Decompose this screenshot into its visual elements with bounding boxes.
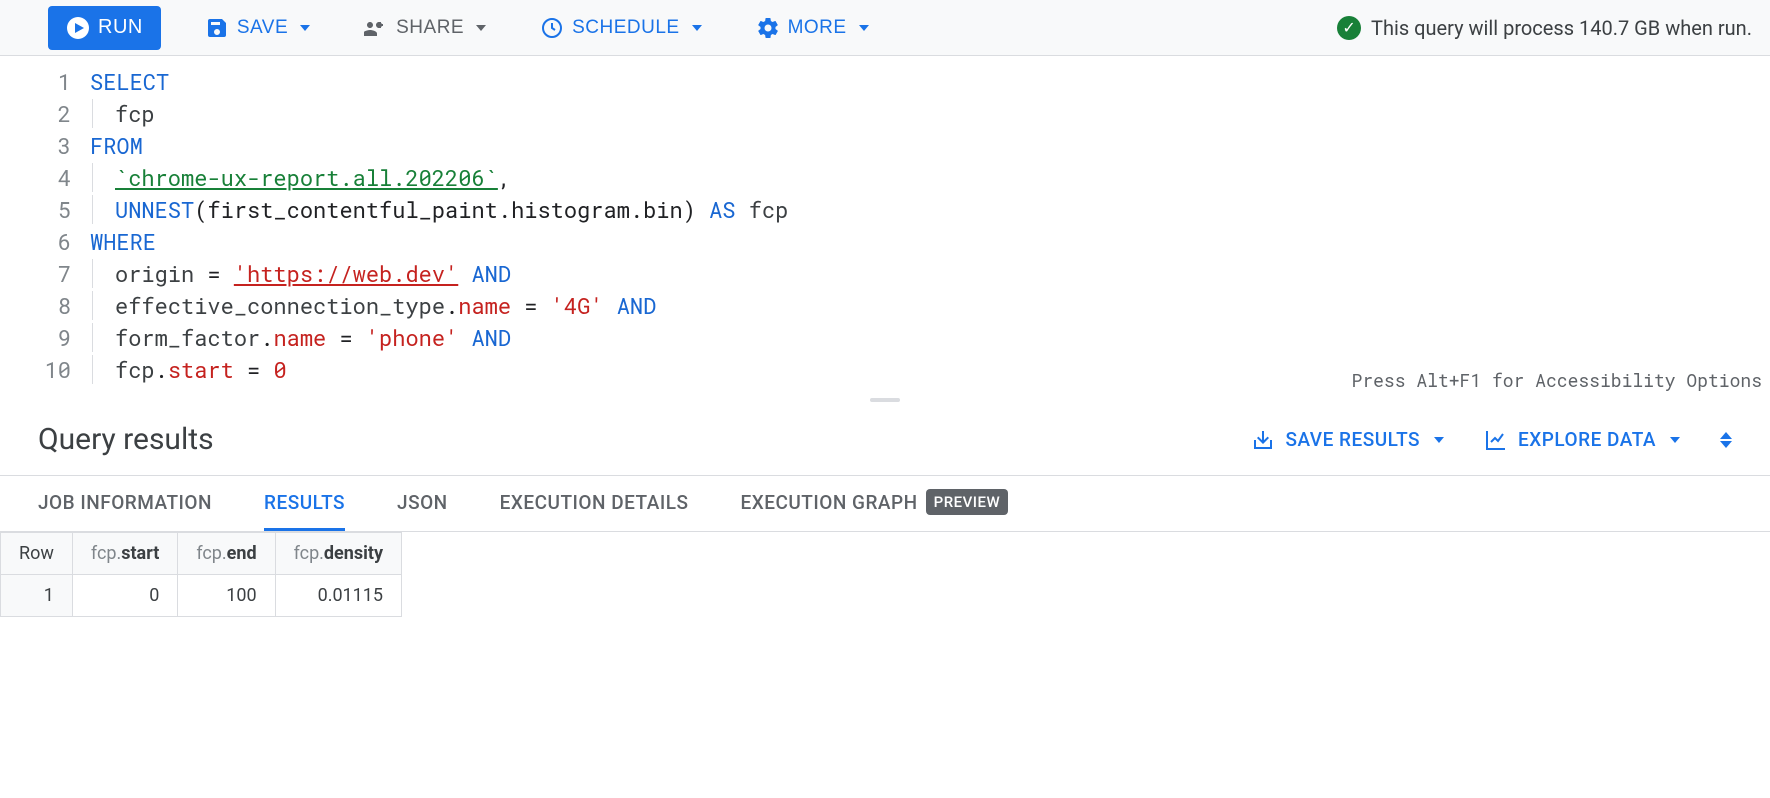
tab-execution-details[interactable]: EXECUTION DETAILS — [500, 476, 689, 531]
schedule-label: SCHEDULE — [572, 17, 679, 39]
share-label: SHARE — [396, 17, 464, 39]
col-fcp-density: fcp.density — [275, 533, 401, 575]
col-row: Row — [1, 533, 73, 575]
accessibility-hint: Press Alt+F1 for Accessibility Options — [1352, 364, 1762, 396]
table-header-row: Row fcp.start fcp.end fcp.density — [1, 533, 402, 575]
results-header: Query results SAVE RESULTS EXPLORE DATA — [0, 404, 1770, 476]
more-label: MORE — [788, 17, 847, 39]
play-icon — [66, 16, 90, 40]
query-status: ✓ This query will process 140.7 GB when … — [1337, 16, 1760, 40]
caret-down-icon — [300, 25, 310, 31]
explore-data-label: EXPLORE DATA — [1518, 428, 1656, 451]
save-results-label: SAVE RESULTS — [1285, 428, 1420, 451]
preview-badge: PREVIEW — [926, 489, 1009, 515]
cell-fcp-end: 100 — [178, 575, 275, 617]
line-gutter: 12345 678910 — [0, 56, 90, 396]
code-area[interactable]: SELECT fcp FROM `chrome-ux-report.all.20… — [90, 56, 1770, 396]
explore-data-button[interactable]: EXPLORE DATA — [1484, 428, 1680, 452]
tab-results[interactable]: RESULTS — [264, 476, 345, 531]
share-icon — [364, 16, 388, 40]
status-text: This query will process 140.7 GB when ru… — [1371, 16, 1752, 40]
expand-collapse-button[interactable] — [1720, 432, 1732, 448]
tab-json[interactable]: JSON — [397, 476, 448, 531]
caret-down-icon — [476, 25, 486, 31]
save-button[interactable]: SAVE — [195, 10, 320, 46]
caret-down-icon — [859, 25, 869, 31]
save-label: SAVE — [237, 17, 288, 39]
caret-down-icon — [692, 25, 702, 31]
chart-icon — [1484, 428, 1508, 452]
results-title: Query results — [38, 422, 1251, 457]
col-fcp-start: fcp.start — [72, 533, 177, 575]
run-label: RUN — [98, 16, 143, 39]
caret-down-icon — [1670, 437, 1680, 443]
share-button[interactable]: SHARE — [354, 10, 496, 46]
results-table: Row fcp.start fcp.end fcp.density 1 0 10… — [0, 532, 402, 617]
cell-fcp-start: 0 — [72, 575, 177, 617]
tab-execution-graph-label: EXECUTION GRAPH — [740, 491, 917, 514]
results-tabs: JOB INFORMATION RESULTS JSON EXECUTION D… — [0, 476, 1770, 532]
more-button[interactable]: MORE — [746, 10, 879, 46]
tab-execution-graph[interactable]: EXECUTION GRAPH PREVIEW — [740, 476, 1008, 531]
run-button[interactable]: RUN — [48, 6, 161, 50]
clock-icon — [540, 16, 564, 40]
check-circle-icon: ✓ — [1337, 16, 1361, 40]
save-results-button[interactable]: SAVE RESULTS — [1251, 428, 1444, 452]
caret-down-icon — [1434, 437, 1444, 443]
cell-fcp-density: 0.01115 — [275, 575, 401, 617]
tab-job-information[interactable]: JOB INFORMATION — [38, 476, 212, 531]
resize-handle[interactable] — [0, 396, 1770, 404]
save-icon — [205, 16, 229, 40]
table-row[interactable]: 1 0 100 0.01115 — [1, 575, 402, 617]
cell-row-index: 1 — [1, 575, 73, 617]
sql-editor[interactable]: 12345 678910 SELECT fcp FROM `chrome-ux-… — [0, 56, 1770, 396]
col-fcp-end: fcp.end — [178, 533, 275, 575]
query-toolbar: RUN SAVE SHARE SCHEDULE MORE ✓ This quer… — [0, 0, 1770, 56]
gear-icon — [756, 16, 780, 40]
schedule-button[interactable]: SCHEDULE — [530, 10, 711, 46]
download-icon — [1251, 428, 1275, 452]
